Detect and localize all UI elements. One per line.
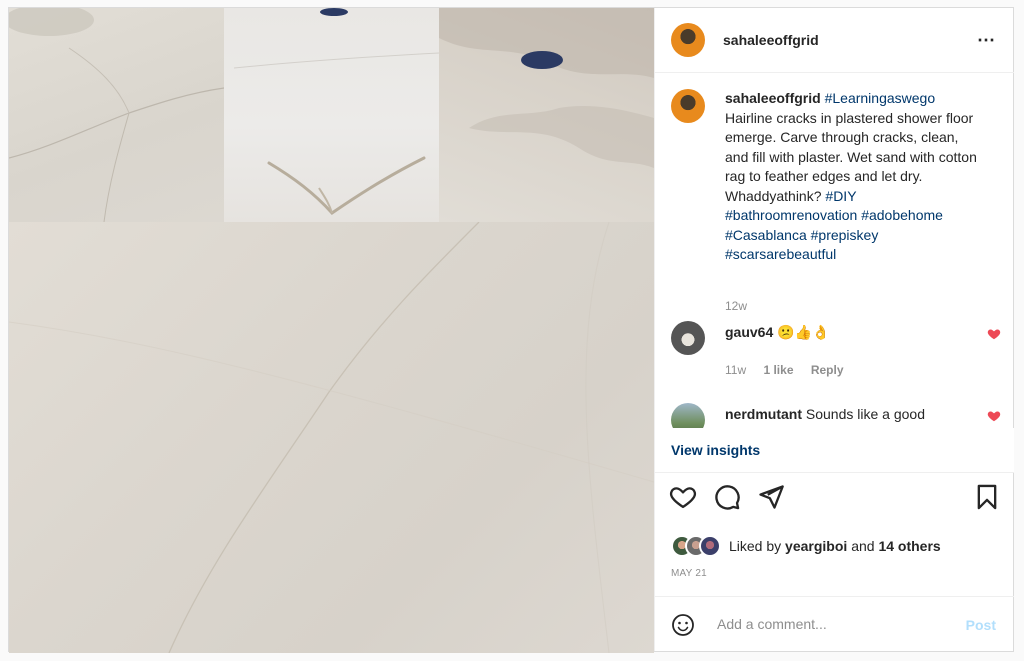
post-date[interactable]: MAY 21 [671, 568, 707, 579]
caption-username[interactable]: sahaleeoffgrid [725, 90, 821, 106]
author-avatar[interactable] [671, 23, 705, 57]
insights-bar: View insights [655, 428, 1014, 473]
comment-text: gauv64 😕👍👌 [725, 323, 965, 341]
photo-tile-cracks-top-left [9, 8, 224, 222]
liker-username[interactable]: yeargiboi [785, 538, 847, 554]
hashtag-prepiskey[interactable]: #prepiskey [811, 227, 879, 243]
action-bar [655, 483, 1014, 523]
share-icon[interactable] [757, 483, 785, 511]
commenter-avatar[interactable] [671, 403, 705, 428]
post-comment-button[interactable]: Post [966, 617, 996, 633]
comments-section[interactable]: sahaleeoffgrid #Learningaswego Hairline … [655, 73, 1014, 428]
caption-avatar[interactable] [671, 89, 705, 123]
hashtag-diy[interactable]: #DIY [825, 188, 856, 204]
caption-text: sahaleeoffgrid #Learningaswego Hairline … [725, 89, 985, 265]
photo-tile-filled-crack [224, 8, 439, 222]
comment-body: 😕👍👌 [777, 324, 830, 340]
commenter-avatar[interactable] [671, 321, 705, 355]
view-insights-link[interactable]: View insights [671, 442, 760, 458]
likes-summary: Liked by yeargiboi and 14 others [671, 535, 1001, 559]
bookmark-icon[interactable] [973, 483, 1001, 511]
post-side-panel: sahaleeoffgrid ⋯ sahaleeoffgrid #Learnin… [654, 8, 1014, 651]
reply-button[interactable]: Reply [811, 363, 844, 377]
emoji-icon[interactable] [671, 613, 695, 637]
commenter-username[interactable]: gauv64 [725, 324, 773, 340]
post-media[interactable] [9, 8, 654, 653]
add-comment-input[interactable] [715, 615, 949, 633]
hashtag-learningaswego[interactable]: #Learningaswego [825, 90, 936, 106]
comment-text: nerdmutant Sounds like a good [725, 405, 965, 423]
comment-time[interactable]: 11w [725, 363, 746, 377]
photo-tile-large-floor [9, 222, 654, 653]
comment-meta: 11w 1 like Reply [725, 363, 858, 377]
likes-and: and [851, 538, 875, 554]
likes-others-link[interactable]: 14 others [878, 538, 940, 554]
more-options-icon[interactable]: ⋯ [977, 30, 996, 51]
hashtag-scarsarebeautful[interactable]: #scarsarebeautful [725, 246, 836, 262]
heart-icon[interactable] [669, 483, 697, 511]
add-comment-bar: Post [655, 596, 1014, 652]
commenter-username[interactable]: nerdmutant [725, 406, 802, 422]
caption-time[interactable]: 12w [725, 299, 747, 313]
author-username[interactable]: sahaleeoffgrid [723, 32, 819, 48]
liked-heart-icon[interactable] [987, 409, 1001, 423]
comment-icon[interactable] [713, 483, 741, 511]
liked-heart-icon[interactable] [987, 327, 1001, 341]
liked-by-label: Liked by [729, 538, 782, 554]
hashtag-bathroomrenovation[interactable]: #bathroomrenovation [725, 207, 857, 223]
likes-text: Liked by yeargiboi and 14 others [729, 538, 941, 554]
hashtag-casablanca[interactable]: #Casablanca [725, 227, 807, 243]
comment-likes[interactable]: 1 like [763, 363, 793, 377]
comment-body: Sounds like a good [805, 406, 925, 422]
post-dialog: sahaleeoffgrid ⋯ sahaleeoffgrid #Learnin… [8, 7, 1014, 653]
liker-avatar[interactable] [699, 535, 721, 557]
post-header: sahaleeoffgrid ⋯ [655, 8, 1014, 73]
photo-tile-wet-sanded [439, 8, 654, 222]
hashtag-adobehome[interactable]: #adobehome [861, 207, 943, 223]
